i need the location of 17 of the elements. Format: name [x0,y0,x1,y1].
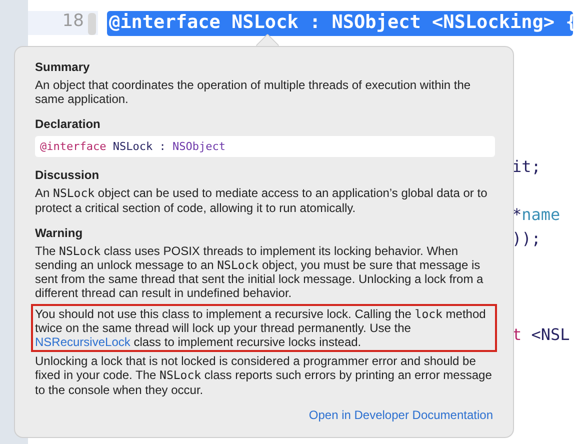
section-heading: Discussion [35,168,100,182]
line-marker [88,13,96,35]
code-fragment: t <NSL [512,325,570,344]
paragraph: You should not use this class to implement a recursive lock. Calling the lock method twice on the same thread will lock up your thread permanently. Use the NSRecursiveLock class to implement recursive locks instead. [31,304,497,352]
paragraph: An NSLock object can be used to mediate access to an application’s global data or to protect a critical section of code, allowing it to run atomically. [35,186,488,215]
line-number: 18 [62,11,84,31]
paragraph: An object that coordinates the operation of multiple threads of execution within the same application. [35,78,472,106]
code-fragment: it; [512,157,541,176]
declaration-code: @interface NSLock : NSObject [35,136,495,158]
section-heading: Summary [35,60,91,74]
section-heading: Declaration [35,117,102,132]
link[interactable]: NSRecursiveLock [35,335,130,350]
section-heading: Warning [35,226,84,240]
paragraph: The NSLock class uses POSIX threads to implement its locking behavior. When sending an unlock message to an NSLock object, you must be sure that message is sent from the same thread that sent the initial lock message. Unlocking a lock from a different thread can result in undefined behavior. [35,244,484,301]
documentation-link[interactable]: Open in Developer Documentation [308,408,493,422]
paragraph: Unlocking a lock that is not locked is considered a programmer error and should be fixed in your code. The NSLock class reports such errors by printing an error message to the console when they occur. [35,354,493,397]
code-fragment: )); [512,229,541,248]
